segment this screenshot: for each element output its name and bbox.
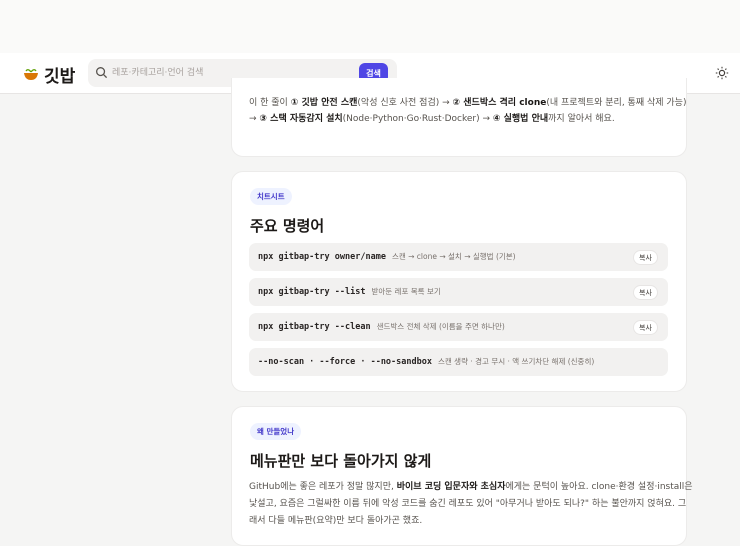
search-icon [96, 67, 108, 79]
copy-button[interactable]: 복사 [633, 285, 658, 300]
logo-text[interactable]: 깃밥 [44, 62, 75, 87]
command-desc: 스캔 생략 · 경고 무시 · 액 쓰기차단 해제 (신중히) [438, 357, 595, 366]
cheatsheet-pill: 치트시트 [250, 188, 292, 205]
why-title: 메뉴판만 보다 돌아가지 않게 [250, 452, 432, 470]
rice-bowl-icon[interactable] [23, 66, 39, 82]
command-code: npx gitbap-try --clean 샌드박스 전체 삭제 (이름을 주면… [258, 322, 505, 332]
intro-line-1: 이 한 줄이 ① 깃밥 안전 스캔(악성 신호 사전 점검) → ② 샌드박스 … [249, 98, 687, 108]
copy-button[interactable]: 복사 [633, 320, 658, 335]
command-row: npx gitbap-try --clean 샌드박스 전체 삭제 (이름을 주면… [249, 313, 668, 341]
why-pill: 왜 만들었나 [250, 423, 302, 440]
command-desc: 받아둔 레포 목록 보기 [371, 287, 441, 296]
top-strip [0, 0, 740, 53]
copy-button[interactable]: 복사 [633, 250, 658, 265]
command-code: npx gitbap-try owner/name 스캔 → clone → 설치… [258, 252, 516, 262]
cheatsheet-title: 주요 명령어 [250, 217, 325, 235]
command-desc: 스캔 → clone → 설치 → 실행법 (기본) [391, 252, 516, 261]
intro-line-2: → ③ 스택 자동감지 설치(Node·Python·Go·Rust·Docke… [249, 114, 615, 124]
command-row: --no-scan · --force · --no-sandbox 스캔 생략 … [249, 348, 668, 376]
why-line-1: GitHub에는 좋은 레포가 정말 많지만, 바이브 코딩 입문자와 초심자에… [249, 482, 693, 492]
command-desc: 샌드박스 전체 삭제 (이름을 주면 하나만) [376, 322, 505, 331]
command-code: --no-scan · --force · --no-sandbox 스캔 생략 … [258, 357, 595, 367]
why-line-3: 래서 다들 메뉴판(요약)만 보다 돌아가곤 했죠. [249, 516, 423, 526]
command-code: npx gitbap-try --list 받아둔 레포 목록 보기 [258, 287, 441, 297]
why-line-2: 낯설고, 요즘은 그럴싸한 이름 뒤에 악성 코드를 숨긴 레포도 있어 "아무… [249, 499, 687, 509]
command-row: npx gitbap-try --list 받아둔 레포 목록 보기 복사 [249, 278, 668, 306]
sun-icon[interactable] [715, 66, 729, 80]
command-row: npx gitbap-try owner/name 스캔 → clone → 설치… [249, 243, 668, 271]
